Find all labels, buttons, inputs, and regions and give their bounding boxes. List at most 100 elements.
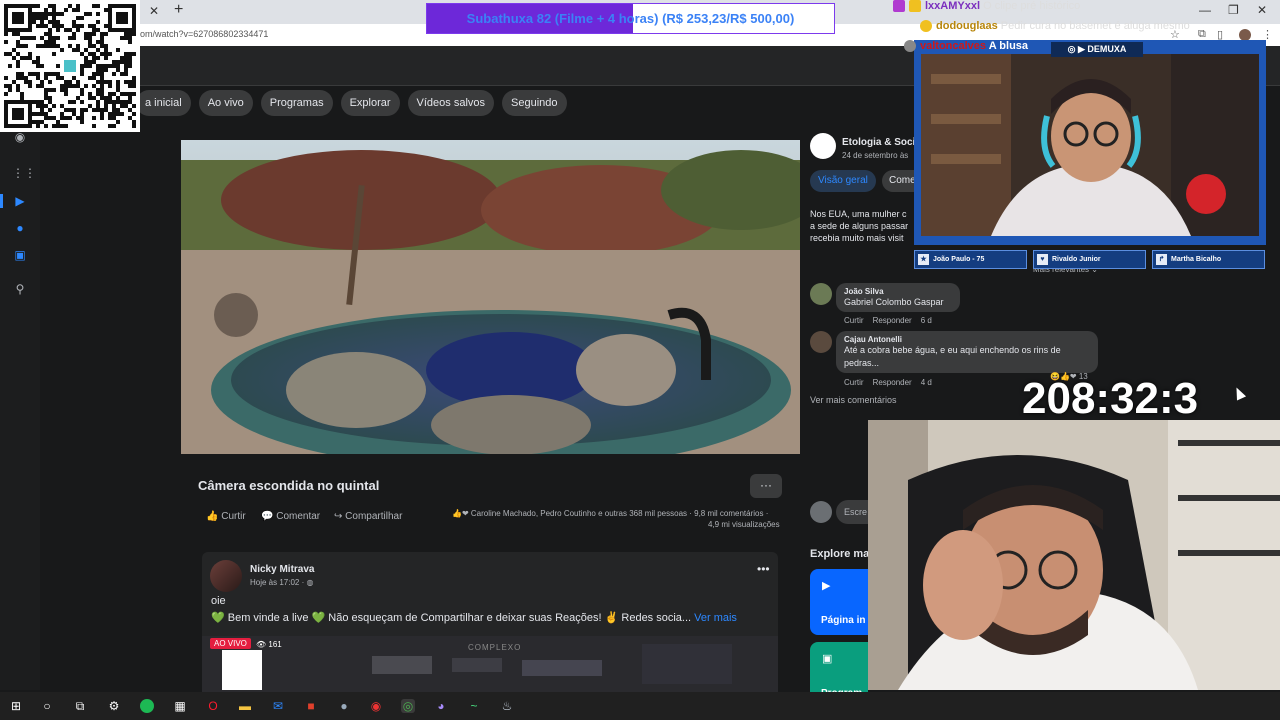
like-button[interactable]: 👍 Curtir — [206, 511, 246, 522]
qr-module — [40, 36, 44, 40]
task-view-icon[interactable]: ⧉ — [73, 699, 87, 713]
qr-module — [60, 48, 64, 52]
see-more-comments-link[interactable]: Ver mais comentários — [810, 395, 897, 405]
qr-module — [24, 56, 28, 60]
spotify-icon[interactable] — [140, 699, 154, 713]
pill-shows[interactable]: Programas — [260, 90, 333, 116]
post-description: Nos EUA, uma mulher c a sede de alguns p… — [810, 208, 918, 244]
qr-module — [32, 112, 36, 116]
menu-grid-icon[interactable]: ⋮⋮ — [12, 166, 36, 182]
comment-reply-button[interactable]: Responder — [873, 378, 912, 387]
comment-reply-button[interactable]: Responder — [873, 316, 912, 325]
globe-icon[interactable]: ● — [12, 221, 28, 237]
pill-following[interactable]: Seguindo — [502, 90, 567, 116]
url-text[interactable]: om/watch?v=627086802334471 — [140, 29, 268, 39]
pill-explore[interactable]: Explorar — [340, 90, 400, 116]
qr-module — [40, 120, 44, 124]
mail-icon[interactable]: ✉ — [271, 699, 285, 713]
qr-module — [56, 12, 60, 16]
page-name[interactable]: Etologia & Socio — [842, 137, 917, 148]
pill-home[interactable]: a inicial — [136, 90, 191, 116]
maximize-button[interactable]: ❐ — [1228, 3, 1239, 17]
video-title: Câmera escondida no quintal — [198, 478, 380, 493]
qr-module — [104, 68, 108, 72]
tab-close-icon[interactable]: ✕ — [149, 4, 159, 18]
qr-module — [108, 116, 112, 120]
qr-module — [100, 108, 104, 112]
qr-module — [44, 16, 48, 20]
windows-start-icon[interactable]: ⊞ — [9, 699, 23, 713]
qr-module — [76, 96, 80, 100]
comments-count[interactable]: 9,8 mil comentários · — [694, 509, 768, 518]
app-purple-icon[interactable]: ◕ — [434, 699, 448, 713]
new-tab-button[interactable]: + — [174, 1, 183, 19]
qr-module — [52, 116, 56, 120]
qr-module — [80, 72, 84, 76]
qr-module — [72, 48, 76, 52]
my-avatar — [810, 501, 832, 523]
explore-card-page[interactable]: ▶ Página in — [810, 569, 868, 635]
pill-live[interactable]: Ao vivo — [198, 90, 253, 116]
qr-module — [88, 104, 92, 108]
qr-module — [112, 64, 116, 68]
video-more-button[interactable]: ··· — [750, 474, 782, 498]
app-red-icon[interactable]: ■ — [304, 699, 318, 713]
post-timestamp[interactable]: Hoje às 17:02 · ◍ — [250, 578, 313, 587]
opera-icon[interactable]: O — [206, 699, 220, 713]
chrome-icon[interactable]: ◎ — [401, 699, 415, 713]
page-post-date[interactable]: 24 de setembro às — [842, 151, 917, 160]
qr-module — [84, 64, 88, 68]
qr-module — [80, 16, 84, 20]
qr-module — [96, 4, 100, 8]
qr-module — [96, 12, 100, 16]
commenter-avatar[interactable] — [810, 283, 832, 305]
watch-icon[interactable]: ▶ — [12, 194, 28, 210]
tab-overview[interactable]: Visão geral — [810, 170, 876, 192]
folder-icon[interactable]: ▬ — [238, 699, 252, 713]
qr-module — [92, 44, 96, 48]
app-green-icon[interactable]: ~ — [467, 699, 481, 713]
close-window-button[interactable]: ✕ — [1257, 3, 1267, 17]
app-blue-icon[interactable]: ● — [337, 699, 351, 713]
qr-module — [16, 44, 20, 48]
qr-module — [96, 72, 100, 76]
minimize-button[interactable]: — — [1199, 3, 1211, 17]
qr-module — [4, 32, 8, 36]
post-author-name[interactable]: Nicky Mitrava — [250, 564, 314, 575]
qr-module — [88, 52, 92, 56]
comment-author[interactable]: Cajau Antonelli — [844, 335, 1090, 344]
gear-icon[interactable]: ⚙ — [107, 699, 121, 713]
live-badge: AO VIVO — [210, 638, 251, 649]
qr-module — [48, 44, 52, 48]
guest-label: ♥ Rivaldo Junior — [1033, 250, 1146, 269]
qr-module — [124, 64, 128, 68]
qr-module — [88, 60, 92, 64]
pill-saved-videos[interactable]: Vídeos salvos — [407, 90, 495, 116]
video-player[interactable] — [181, 140, 800, 454]
see-more-link[interactable]: Ver mais — [694, 612, 737, 624]
share-button[interactable]: ↪ Compartilhar — [334, 511, 402, 522]
comment-like-button[interactable]: Curtir — [844, 378, 864, 387]
app-recorder-icon[interactable]: ◉ — [369, 699, 383, 713]
saved-icon[interactable]: ▣ — [12, 248, 28, 264]
comment-button[interactable]: 💬 Comentar — [261, 511, 320, 522]
qr-module — [44, 96, 48, 100]
post-author-avatar[interactable] — [210, 560, 242, 592]
qr-module — [56, 20, 60, 24]
calculator-icon[interactable]: ▦ — [173, 699, 187, 713]
qr-module — [52, 72, 56, 76]
link-icon[interactable]: ⚲ — [12, 282, 28, 298]
post-more-icon[interactable]: ••• — [757, 562, 770, 576]
steam-icon[interactable]: ♨ — [500, 699, 514, 713]
comment-author[interactable]: João Silva — [844, 287, 952, 296]
comment-like-button[interactable]: Curtir — [844, 316, 864, 325]
qr-module — [116, 108, 120, 112]
reactions-summary[interactable]: 👍❤ Caroline Machado, Pedro Coutinho e ou… — [452, 509, 768, 518]
search-icon[interactable]: ○ — [40, 699, 54, 713]
qr-module — [108, 100, 112, 104]
commenter-avatar[interactable] — [810, 331, 832, 353]
qr-module — [40, 112, 44, 116]
qr-module — [28, 36, 32, 40]
page-avatar[interactable] — [810, 133, 836, 159]
qr-module — [4, 92, 8, 96]
